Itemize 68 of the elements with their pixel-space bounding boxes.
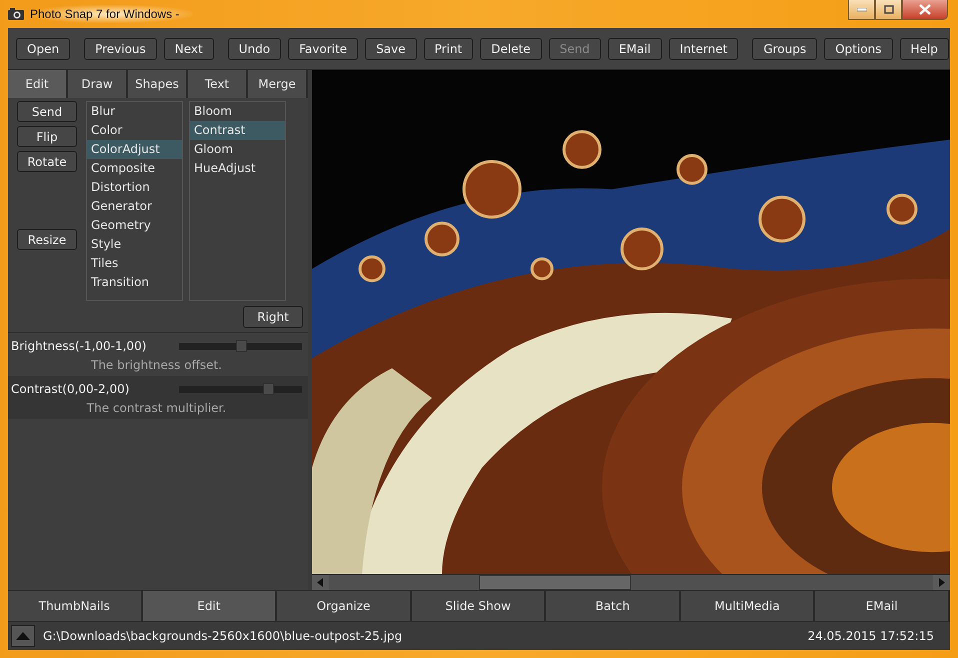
action-button[interactable]: Resize [17, 229, 77, 250]
horizontal-scrollbar[interactable] [312, 574, 950, 590]
category-item[interactable]: Tiles [87, 254, 182, 273]
category-item[interactable]: ColorAdjust [87, 140, 182, 159]
category-item[interactable]: Distortion [87, 178, 182, 197]
bottom-tab[interactable]: ThumbNails [8, 591, 143, 621]
minimize-icon [856, 8, 866, 12]
effect-item[interactable]: Gloom [190, 140, 285, 159]
date-time: 24.05.2015 17:52:15 [808, 629, 934, 643]
close-button[interactable] [902, 0, 948, 20]
bottom-tab[interactable]: Organize [277, 591, 412, 621]
toolbar-button[interactable]: Delete [480, 38, 542, 60]
parameter-name: Contrast(0,00-2,00) [11, 382, 130, 396]
scroll-left-icon[interactable] [312, 575, 329, 590]
panel-tab[interactable]: Text [188, 70, 248, 98]
category-item[interactable]: Geometry [87, 216, 182, 235]
slider-track[interactable] [179, 342, 302, 350]
category-item[interactable]: Transition [87, 273, 182, 292]
panel-tab[interactable]: Shapes [128, 70, 188, 98]
parameter-description: The contrast multiplier. [86, 401, 226, 415]
toolbar-button[interactable]: Options [824, 38, 893, 60]
toolbar-button[interactable]: Next [164, 38, 214, 60]
parameter-name: Brightness(-1,00-1,00) [11, 339, 146, 353]
category-item[interactable]: Style [87, 235, 182, 254]
panel-tab[interactable]: Edit [8, 70, 68, 98]
file-path: G:\Downloads\backgrounds-2560x1600\blue-outpost-25.jpg [43, 629, 402, 643]
category-item[interactable]: Color [87, 121, 182, 140]
category-item[interactable]: Blur [87, 102, 182, 121]
effect-item[interactable]: Contrast [190, 121, 285, 140]
parameter-description: The brightness offset. [90, 358, 222, 372]
maximize-icon [884, 5, 894, 14]
toolbar-button[interactable]: Help [900, 38, 949, 60]
minimize-button[interactable] [848, 0, 875, 20]
effect-item[interactable]: HueAdjust [190, 159, 285, 178]
action-button[interactable]: Send [17, 101, 77, 122]
toolbar-button[interactable]: Previous [84, 38, 157, 60]
maximize-button[interactable] [875, 0, 902, 20]
toolbar-button[interactable]: Save [365, 38, 417, 60]
scroll-thumb[interactable] [479, 575, 631, 590]
bottom-tab[interactable]: MultiMedia [680, 591, 816, 621]
toolbar-button[interactable]: Open [16, 38, 70, 60]
bottom-tab[interactable]: EMail [815, 591, 950, 621]
toolbar-button[interactable]: Favorite [288, 38, 358, 60]
effect-item[interactable]: Bloom [190, 102, 285, 121]
toolbar-button[interactable]: Internet [668, 38, 738, 60]
bottom-tab[interactable]: Batch [546, 591, 681, 621]
scroll-right-icon[interactable] [933, 575, 950, 590]
window-title: Photo Snap 7 for Windows - [30, 5, 194, 23]
bottom-tab[interactable]: Edit [142, 591, 278, 621]
slider-thumb[interactable] [262, 382, 274, 394]
slider-thumb[interactable] [236, 340, 246, 352]
bottom-tab[interactable]: Slide Show [412, 591, 546, 621]
toolbar-button[interactable]: EMail [608, 38, 662, 60]
panel-tab[interactable]: Draw [68, 70, 128, 98]
toolbar-button[interactable]: Print [424, 38, 474, 60]
expand-up-button[interactable] [11, 625, 35, 647]
close-icon [919, 4, 931, 15]
up-arrow-icon [16, 632, 30, 640]
toolbar-button[interactable]: Groups [752, 38, 818, 60]
action-button[interactable]: Rotate [17, 151, 77, 172]
toolbar-button[interactable]: Undo [228, 38, 282, 60]
category-item[interactable]: Composite [87, 159, 182, 178]
camera-icon [8, 8, 24, 20]
right-button[interactable]: Right [243, 306, 303, 328]
category-item[interactable]: Generator [87, 197, 182, 216]
slider-track[interactable] [179, 386, 302, 392]
action-button[interactable]: Flip [17, 126, 77, 147]
panel-tab[interactable]: Merge [248, 70, 308, 98]
